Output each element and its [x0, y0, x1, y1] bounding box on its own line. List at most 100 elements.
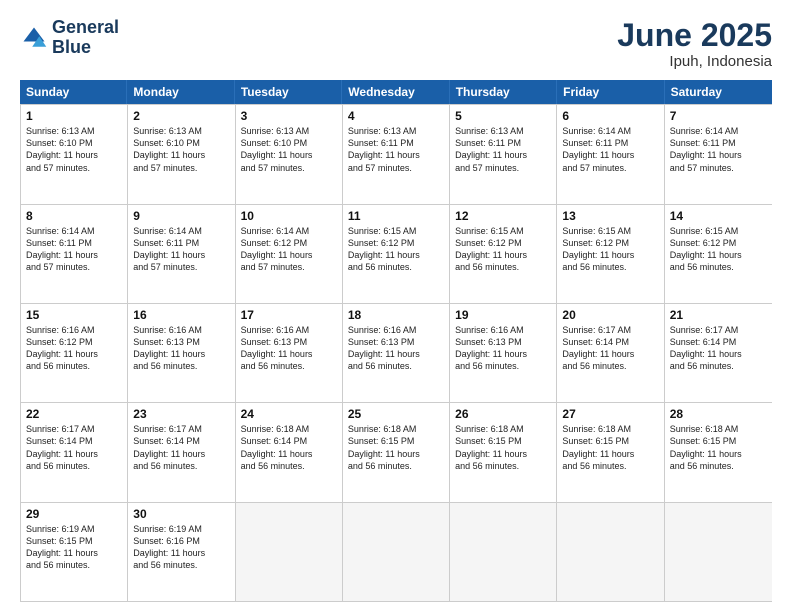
logo-line2: Blue: [52, 38, 119, 58]
day-cell-25: 25 Sunrise: 6:18 AMSunset: 6:15 PMDayligh…: [343, 403, 450, 501]
day-cell-8: 8 Sunrise: 6:14 AMSunset: 6:11 PMDaylight…: [21, 205, 128, 303]
weekday-header-saturday: Saturday: [665, 80, 772, 104]
empty-cell: [557, 503, 664, 601]
day-cell-15: 15Sunrise: 6:16 AMSunset: 6:12 PMDayligh…: [21, 304, 128, 402]
day-info: Sunrise: 6:18 AMSunset: 6:15 PMDaylight:…: [455, 423, 551, 472]
day-info: Sunrise: 6:15 AMSunset: 6:12 PMDaylight:…: [455, 225, 551, 274]
day-info: Sunrise: 6:17 AMSunset: 6:14 PMDaylight:…: [562, 324, 658, 373]
calendar-row-2: 8 Sunrise: 6:14 AMSunset: 6:11 PMDaylight…: [21, 204, 772, 303]
logo-text: General Blue: [52, 18, 119, 58]
day-info: Sunrise: 6:16 AMSunset: 6:13 PMDaylight:…: [133, 324, 229, 373]
day-number: 28: [670, 407, 767, 421]
empty-cell: [343, 503, 450, 601]
day-number: 18: [348, 308, 444, 322]
day-cell-20: 20 Sunrise: 6:17 AMSunset: 6:14 PMDayligh…: [557, 304, 664, 402]
day-info: Sunrise: 6:14 AMSunset: 6:11 PMDaylight:…: [26, 225, 122, 274]
day-number: 30: [133, 507, 229, 521]
day-number: 17: [241, 308, 337, 322]
day-info: Sunrise: 6:13 AMSunset: 6:10 PMDaylight:…: [241, 125, 337, 174]
day-cell-10: 10 Sunrise: 6:14 AMSunset: 6:12 PMDayligh…: [236, 205, 343, 303]
day-number: 22: [26, 407, 122, 421]
day-cell-26: 26 Sunrise: 6:18 AMSunset: 6:15 PMDayligh…: [450, 403, 557, 501]
day-cell-30: 30 Sunrise: 6:19 AMSunset: 6:16 PMDayligh…: [128, 503, 235, 601]
location-title: Ipuh, Indonesia: [617, 53, 772, 70]
day-info: Sunrise: 6:13 AMSunset: 6:11 PMDaylight:…: [455, 125, 551, 174]
day-info: Sunrise: 6:15 AMSunset: 6:12 PMDaylight:…: [670, 225, 767, 274]
day-info: Sunrise: 6:14 AMSunset: 6:11 PMDaylight:…: [133, 225, 229, 274]
day-info: Sunrise: 6:18 AMSunset: 6:15 PMDaylight:…: [562, 423, 658, 472]
day-cell-27: 27 Sunrise: 6:18 AMSunset: 6:15 PMDayligh…: [557, 403, 664, 501]
day-number: 12: [455, 209, 551, 223]
logo: General Blue: [20, 18, 119, 58]
day-number: 5: [455, 109, 551, 123]
day-cell-4: 4Sunrise: 6:13 AMSunset: 6:11 PMDaylight…: [343, 105, 450, 203]
day-cell-22: 22 Sunrise: 6:17 AMSunset: 6:14 PMDayligh…: [21, 403, 128, 501]
day-cell-21: 21 Sunrise: 6:17 AMSunset: 6:14 PMDayligh…: [665, 304, 772, 402]
day-number: 25: [348, 407, 444, 421]
calendar-row-4: 22 Sunrise: 6:17 AMSunset: 6:14 PMDayligh…: [21, 402, 772, 501]
day-info: Sunrise: 6:18 AMSunset: 6:14 PMDaylight:…: [241, 423, 337, 472]
day-number: 7: [670, 109, 767, 123]
day-info: Sunrise: 6:18 AMSunset: 6:15 PMDaylight:…: [348, 423, 444, 472]
day-cell-7: 7 Sunrise: 6:14 AMSunset: 6:11 PMDaylight…: [665, 105, 772, 203]
empty-cell: [450, 503, 557, 601]
day-info: Sunrise: 6:16 AMSunset: 6:12 PMDaylight:…: [26, 324, 122, 373]
day-number: 10: [241, 209, 337, 223]
day-info: Sunrise: 6:17 AMSunset: 6:14 PMDaylight:…: [133, 423, 229, 472]
header: General Blue June 2025 Ipuh, Indonesia: [20, 18, 772, 70]
day-info: Sunrise: 6:13 AMSunset: 6:10 PMDaylight:…: [26, 125, 122, 174]
day-cell-12: 12 Sunrise: 6:15 AMSunset: 6:12 PMDayligh…: [450, 205, 557, 303]
day-info: Sunrise: 6:16 AMSunset: 6:13 PMDaylight:…: [455, 324, 551, 373]
day-cell-9: 9Sunrise: 6:14 AMSunset: 6:11 PMDaylight…: [128, 205, 235, 303]
calendar-body: 1 Sunrise: 6:13 AMSunset: 6:10 PMDaylight…: [20, 104, 772, 602]
day-number: 26: [455, 407, 551, 421]
weekday-header-friday: Friday: [557, 80, 664, 104]
calendar-row-1: 1 Sunrise: 6:13 AMSunset: 6:10 PMDaylight…: [21, 104, 772, 203]
day-cell-17: 17 Sunrise: 6:16 AMSunset: 6:13 PMDayligh…: [236, 304, 343, 402]
day-info: Sunrise: 6:14 AMSunset: 6:11 PMDaylight:…: [670, 125, 767, 174]
day-info: Sunrise: 6:16 AMSunset: 6:13 PMDaylight:…: [348, 324, 444, 373]
day-info: Sunrise: 6:19 AMSunset: 6:16 PMDaylight:…: [133, 523, 229, 572]
day-cell-18: 18 Sunrise: 6:16 AMSunset: 6:13 PMDayligh…: [343, 304, 450, 402]
day-info: Sunrise: 6:14 AMSunset: 6:11 PMDaylight:…: [562, 125, 658, 174]
day-number: 14: [670, 209, 767, 223]
day-number: 29: [26, 507, 122, 521]
day-number: 16: [133, 308, 229, 322]
day-number: 11: [348, 209, 444, 223]
day-info: Sunrise: 6:13 AMSunset: 6:10 PMDaylight:…: [133, 125, 229, 174]
day-info: Sunrise: 6:17 AMSunset: 6:14 PMDaylight:…: [26, 423, 122, 472]
empty-cell: [236, 503, 343, 601]
page: General Blue June 2025 Ipuh, Indonesia S…: [0, 0, 792, 612]
day-cell-6: 6 Sunrise: 6:14 AMSunset: 6:11 PMDaylight…: [557, 105, 664, 203]
day-info: Sunrise: 6:16 AMSunset: 6:13 PMDaylight:…: [241, 324, 337, 373]
day-cell-24: 24 Sunrise: 6:18 AMSunset: 6:14 PMDayligh…: [236, 403, 343, 501]
month-title: June 2025: [617, 18, 772, 53]
day-cell-11: 11 Sunrise: 6:15 AMSunset: 6:12 PMDayligh…: [343, 205, 450, 303]
day-number: 19: [455, 308, 551, 322]
day-number: 8: [26, 209, 122, 223]
logo-line1: General: [52, 18, 119, 38]
day-number: 20: [562, 308, 658, 322]
day-number: 6: [562, 109, 658, 123]
day-info: Sunrise: 6:15 AMSunset: 6:12 PMDaylight:…: [348, 225, 444, 274]
empty-cell: [665, 503, 772, 601]
calendar-row-3: 15Sunrise: 6:16 AMSunset: 6:12 PMDayligh…: [21, 303, 772, 402]
day-cell-16: 16 Sunrise: 6:16 AMSunset: 6:13 PMDayligh…: [128, 304, 235, 402]
calendar: SundayMondayTuesdayWednesdayThursdayFrid…: [20, 80, 772, 602]
day-number: 13: [562, 209, 658, 223]
day-info: Sunrise: 6:15 AMSunset: 6:12 PMDaylight:…: [562, 225, 658, 274]
day-number: 21: [670, 308, 767, 322]
day-info: Sunrise: 6:14 AMSunset: 6:12 PMDaylight:…: [241, 225, 337, 274]
day-cell-2: 2 Sunrise: 6:13 AMSunset: 6:10 PMDaylight…: [128, 105, 235, 203]
day-info: Sunrise: 6:19 AMSunset: 6:15 PMDaylight:…: [26, 523, 122, 572]
day-number: 3: [241, 109, 337, 123]
day-info: Sunrise: 6:17 AMSunset: 6:14 PMDaylight:…: [670, 324, 767, 373]
day-cell-29: 29 Sunrise: 6:19 AMSunset: 6:15 PMDayligh…: [21, 503, 128, 601]
day-number: 1: [26, 109, 122, 123]
calendar-row-5: 29 Sunrise: 6:19 AMSunset: 6:15 PMDayligh…: [21, 502, 772, 601]
day-number: 2: [133, 109, 229, 123]
day-number: 27: [562, 407, 658, 421]
weekday-header-thursday: Thursday: [450, 80, 557, 104]
weekday-header-tuesday: Tuesday: [235, 80, 342, 104]
day-number: 24: [241, 407, 337, 421]
